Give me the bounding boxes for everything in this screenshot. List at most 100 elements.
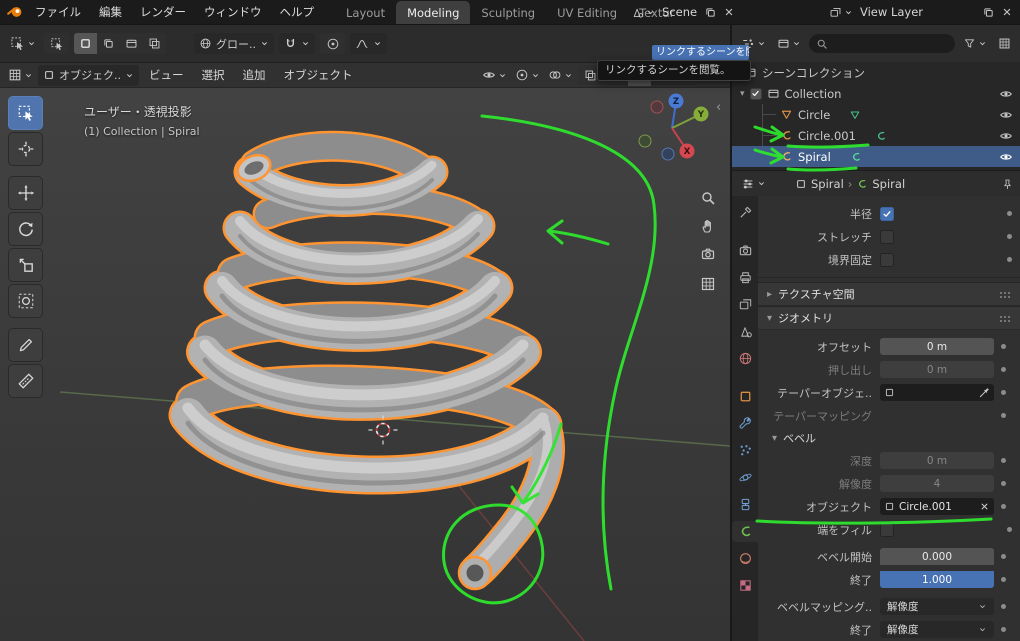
- decorator-dot[interactable]: [994, 627, 1012, 632]
- tool-annotate[interactable]: [8, 328, 43, 362]
- decorator-dot[interactable]: [994, 577, 1012, 582]
- fill-caps-checkbox[interactable]: [880, 522, 894, 537]
- ortho-toggle-button[interactable]: [696, 272, 720, 296]
- decorator-dot[interactable]: [1000, 211, 1018, 216]
- decorator-dot[interactable]: [994, 504, 1012, 509]
- breadcrumb-data[interactable]: Spiral: [872, 177, 905, 191]
- mode-dropdown[interactable]: オブジェク..: [38, 64, 139, 86]
- tab-constraints[interactable]: [732, 494, 758, 515]
- panel-bevel[interactable]: ▾ ベベル: [758, 427, 1020, 449]
- decorator-dot[interactable]: [1000, 234, 1018, 239]
- decorator-dot[interactable]: [994, 390, 1012, 395]
- depth-field[interactable]: 0 m: [880, 452, 994, 469]
- bounds-checkbox[interactable]: [880, 252, 894, 267]
- decorator-dot[interactable]: [994, 344, 1012, 349]
- display-mode-dropdown[interactable]: [774, 37, 804, 50]
- select-mode-intersect[interactable]: [143, 33, 166, 54]
- axis-neg-z[interactable]: [661, 147, 675, 161]
- scene-name[interactable]: Scene: [658, 5, 701, 19]
- falloff-dropdown[interactable]: [350, 33, 387, 54]
- editor-type-dropdown[interactable]: [5, 68, 36, 82]
- menu-select[interactable]: 選択: [194, 63, 233, 87]
- tab-material[interactable]: [732, 548, 758, 569]
- properties-editor-dropdown[interactable]: [738, 177, 769, 191]
- decorator-dot[interactable]: [994, 554, 1012, 559]
- filter-dropdown[interactable]: [960, 37, 990, 50]
- sidebar-collapse-arrow[interactable]: ‹: [716, 100, 721, 115]
- outliner-row-scene-collection[interactable]: シーンコレクション: [732, 62, 1020, 83]
- panel-geometry[interactable]: ▾ ジオメトリ: [758, 306, 1020, 330]
- tool-scale[interactable]: [8, 248, 43, 282]
- snapping-dropdown[interactable]: [279, 33, 315, 54]
- tab-world[interactable]: [732, 348, 758, 369]
- tab-view-layer[interactable]: [732, 294, 758, 315]
- tab-scene[interactable]: [732, 321, 758, 342]
- tool-cursor[interactable]: [8, 132, 43, 166]
- viewport-3d[interactable]: ユーザー・透視投影 (1) Collection | Spiral: [0, 88, 730, 641]
- decorator-dot[interactable]: [994, 458, 1012, 463]
- camera-view-button[interactable]: [696, 242, 720, 266]
- tab-physics[interactable]: [732, 467, 758, 488]
- tab-modeling[interactable]: Modeling: [396, 1, 471, 24]
- tweak-tool-button[interactable]: [44, 33, 69, 54]
- bevel-start-field[interactable]: 0.000: [880, 548, 994, 565]
- active-tool-dropdown[interactable]: [7, 36, 39, 51]
- outliner-row-collection[interactable]: ▾ Collection: [732, 83, 1020, 104]
- select-mode-subtract[interactable]: [120, 33, 143, 54]
- expander-icon[interactable]: ▾: [740, 89, 745, 99]
- menu-object[interactable]: オブジェクト: [276, 63, 361, 87]
- menu-view[interactable]: ビュー: [141, 63, 192, 87]
- decorator-dot[interactable]: [1000, 527, 1018, 532]
- decorator-dot[interactable]: [994, 604, 1012, 609]
- axis-pos-y[interactable]: Y: [693, 106, 709, 122]
- hide-toggle[interactable]: [999, 107, 1013, 122]
- tab-modifiers[interactable]: [732, 413, 758, 434]
- pan-button[interactable]: [696, 214, 720, 238]
- eyedropper-icon[interactable]: [978, 387, 990, 399]
- tool-rotate[interactable]: [8, 212, 43, 246]
- zoom-button[interactable]: [696, 186, 720, 210]
- bevel-end-field[interactable]: 1.000: [880, 571, 994, 588]
- offset-field[interactable]: 0 m: [880, 338, 994, 355]
- radius-checkbox[interactable]: [880, 206, 894, 221]
- axis-pos-x[interactable]: X: [679, 143, 695, 159]
- outliner-row-circle-001[interactable]: Circle.001: [732, 125, 1020, 146]
- menu-add[interactable]: 追加: [235, 63, 274, 87]
- hide-toggle[interactable]: [999, 149, 1013, 164]
- outliner-options-button[interactable]: [995, 37, 1014, 50]
- hovered-button-highlight[interactable]: リンクするシーンを閲覧: [652, 45, 749, 60]
- search-input[interactable]: [833, 37, 948, 50]
- new-view-layer-button[interactable]: [979, 6, 998, 19]
- overlays-dropdown[interactable]: [545, 68, 576, 82]
- mapping-end-dropdown[interactable]: 解像度: [880, 621, 994, 638]
- tool-transform[interactable]: [8, 284, 43, 318]
- proportional-edit-toggle[interactable]: [320, 33, 345, 54]
- outliner-row-spiral[interactable]: Spiral: [732, 146, 1020, 167]
- decorator-dot[interactable]: [994, 413, 1012, 418]
- blender-logo-icon[interactable]: [6, 3, 24, 21]
- new-scene-button[interactable]: [701, 6, 720, 19]
- tab-object[interactable]: [732, 386, 758, 407]
- panel-texture-space[interactable]: ▸ テクスチャ空間: [758, 282, 1020, 306]
- decorator-dot[interactable]: [994, 367, 1012, 372]
- outliner-search[interactable]: [809, 34, 955, 53]
- visibility-dropdown[interactable]: [479, 68, 510, 82]
- select-mode-set[interactable]: [74, 33, 97, 54]
- axis-pos-z[interactable]: Z: [668, 93, 684, 109]
- navigation-gizmo[interactable]: Z Y X: [622, 92, 726, 176]
- menu-file[interactable]: ファイル: [26, 0, 90, 24]
- pin-button[interactable]: [1001, 177, 1014, 191]
- gizmos-dropdown[interactable]: [512, 68, 543, 82]
- tab-uv-editing[interactable]: UV Editing: [546, 1, 628, 24]
- bevel-mapping-dropdown[interactable]: 解像度: [880, 598, 994, 615]
- menu-window[interactable]: ウィンドウ: [195, 0, 271, 24]
- close-icon[interactable]: [979, 501, 990, 512]
- remove-view-layer-button[interactable]: [998, 6, 1016, 18]
- tool-select-box[interactable]: [8, 96, 43, 130]
- tab-output[interactable]: [732, 267, 758, 288]
- tab-object-data[interactable]: [732, 521, 758, 542]
- collection-checkbox[interactable]: [749, 87, 762, 100]
- outliner-row-circle[interactable]: Circle: [732, 104, 1020, 125]
- tab-texture[interactable]: [732, 575, 758, 596]
- tab-tool[interactable]: [732, 202, 758, 223]
